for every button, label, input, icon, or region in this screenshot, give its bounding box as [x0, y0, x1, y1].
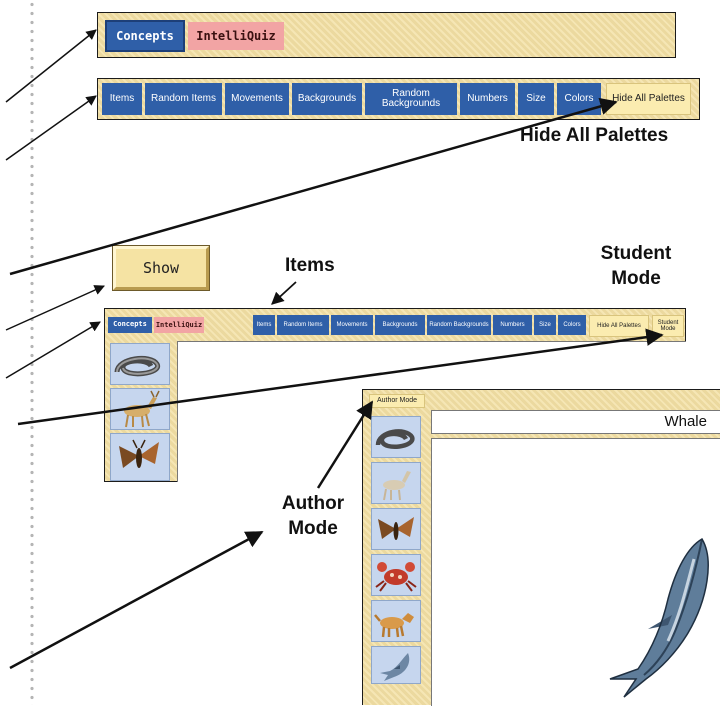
arrow-to-student-mode-button — [17, 328, 664, 426]
arrow-to-small-window — [5, 321, 101, 379]
arrow-to-author-mode-button — [316, 400, 374, 489]
arrow-to-show-button — [5, 285, 105, 331]
arrow-to-author-mode-callout — [9, 530, 264, 670]
arrow-to-hide-all-palettes — [9, 97, 618, 276]
arrow-to-items-button — [271, 281, 297, 305]
arrow-to-mode-bar — [5, 29, 97, 103]
arrow-to-palette-bar — [5, 95, 97, 161]
annotation-arrows — [5, 29, 664, 670]
